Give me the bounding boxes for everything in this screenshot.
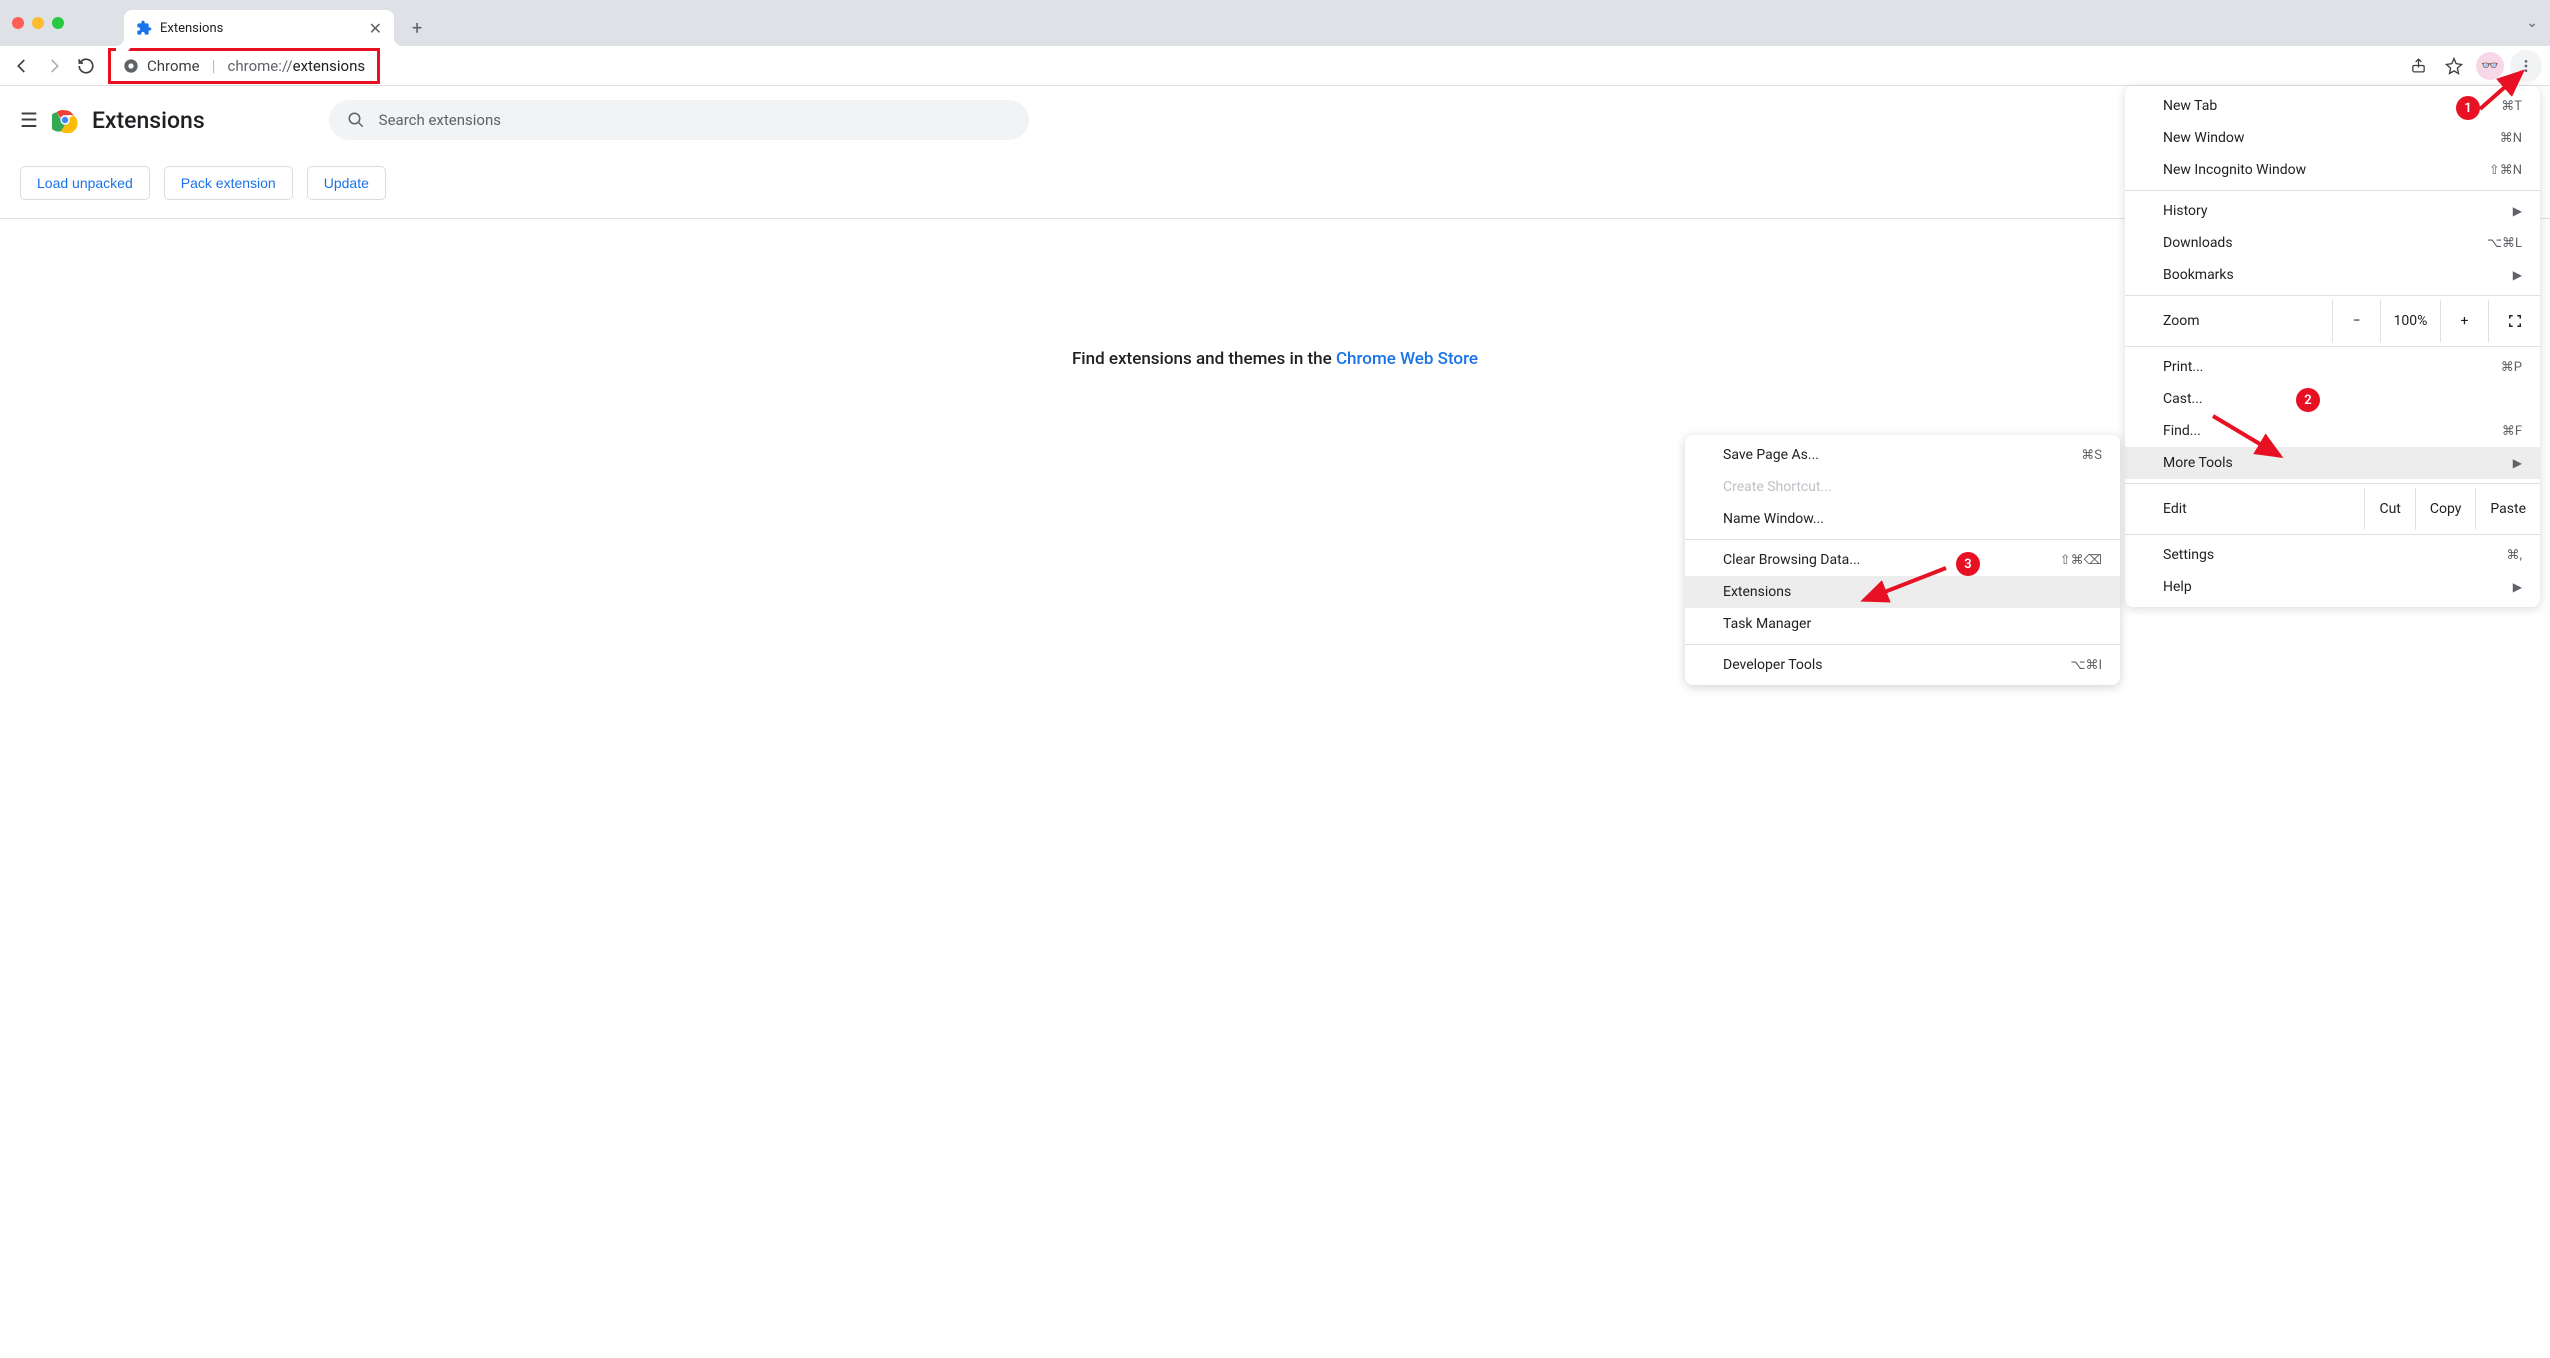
menu-settings[interactable]: Settings⌘, [2125,539,2540,571]
submenu-extensions[interactable]: Extensions [1685,576,2120,608]
menu-new-window[interactable]: New Window⌘N [2125,122,2540,154]
submenu-save-page-as[interactable]: Save Page As...⌘S [1685,439,2120,471]
submenu-name-window[interactable]: Name Window... [1685,503,2120,535]
chrome-web-store-link[interactable]: Chrome Web Store [1336,349,1478,369]
menu-print[interactable]: Print...⌘P [2125,351,2540,383]
window-titlebar: Extensions ✕ + ⌄ [0,0,2550,46]
submenu-create-shortcut: Create Shortcut... [1685,471,2120,503]
bookmark-star-icon[interactable] [2438,50,2470,82]
chrome-page-icon [123,58,139,74]
profile-avatar[interactable]: 👓 [2474,50,2506,82]
share-icon[interactable] [2402,50,2434,82]
nav-forward-button[interactable] [40,52,68,80]
new-tab-button[interactable]: + [412,18,422,39]
search-extensions-input[interactable]: Search extensions [329,100,1029,140]
zoom-out-button[interactable]: − [2332,300,2380,342]
pack-extension-button[interactable]: Pack extension [164,166,293,200]
main-menu-kebab-icon[interactable] [2510,50,2542,82]
submenu-developer-tools[interactable]: Developer Tools⌥⌘I [1685,649,2120,681]
hamburger-menu-icon[interactable]: ☰ [20,108,38,132]
address-bar-highlight-annotation: Chrome | chrome://extensions [108,48,380,84]
update-button[interactable]: Update [307,166,386,200]
zoom-in-button[interactable]: + [2440,300,2488,342]
nav-reload-button[interactable] [72,52,100,80]
menu-downloads[interactable]: Downloads⌥⌘L [2125,227,2540,259]
fullscreen-icon[interactable] [2488,300,2540,342]
submenu-clear-browsing-data[interactable]: Clear Browsing Data...⇧⌘⌫ [1685,544,2120,576]
window-zoom-button[interactable] [52,17,64,29]
load-unpacked-button[interactable]: Load unpacked [20,166,150,200]
menu-help[interactable]: Help▶ [2125,571,2540,603]
menu-edit-row: Edit Cut Copy Paste [2125,488,2540,530]
tabs-dropdown-icon[interactable]: ⌄ [2526,15,2538,31]
nav-back-button[interactable] [8,52,36,80]
annotation-badge-1: 1 [2456,96,2480,120]
menu-new-incognito[interactable]: New Incognito Window⇧⌘N [2125,154,2540,186]
search-placeholder: Search extensions [379,111,501,129]
extension-puzzle-icon [136,20,152,36]
menu-find[interactable]: Find...⌘F [2125,415,2540,447]
tab-title: Extensions [160,21,223,36]
annotation-badge-3: 3 [1956,552,1980,576]
page-title: Extensions [92,107,205,134]
zoom-level: 100% [2380,300,2440,342]
menu-zoom-row: Zoom − 100% + [2125,300,2540,342]
tab-close-icon[interactable]: ✕ [369,19,382,38]
edit-copy[interactable]: Copy [2415,488,2476,530]
traffic-lights [12,17,64,29]
edit-label: Edit [2163,501,2364,517]
edit-cut[interactable]: Cut [2364,488,2414,530]
omnibox-separator: | [212,56,216,75]
edit-paste[interactable]: Paste [2475,488,2540,530]
window-minimize-button[interactable] [32,17,44,29]
submenu-task-manager[interactable]: Task Manager [1685,608,2120,640]
menu-history[interactable]: History▶ [2125,195,2540,227]
menu-bookmarks[interactable]: Bookmarks▶ [2125,259,2540,291]
annotation-badge-2: 2 [2296,388,2320,412]
browser-toolbar: Chrome | chrome://extensions 👓 [0,46,2550,86]
more-tools-submenu: Save Page As...⌘S Create Shortcut... Nam… [1685,435,2120,685]
address-bar[interactable]: Chrome | chrome://extensions [108,51,380,81]
window-close-button[interactable] [12,17,24,29]
chrome-logo-icon [52,107,78,133]
menu-more-tools[interactable]: More Tools▶ [2125,447,2540,479]
menu-cast[interactable]: Cast... [2125,383,2540,415]
omnibox-origin-label: Chrome [147,57,200,75]
omnibox-url: chrome://extensions [228,57,366,75]
zoom-label: Zoom [2163,313,2332,329]
browser-tab[interactable]: Extensions ✕ [124,10,394,46]
search-icon [347,111,365,129]
chrome-main-menu: New Tab⌘T New Window⌘N New Incognito Win… [2125,86,2540,607]
